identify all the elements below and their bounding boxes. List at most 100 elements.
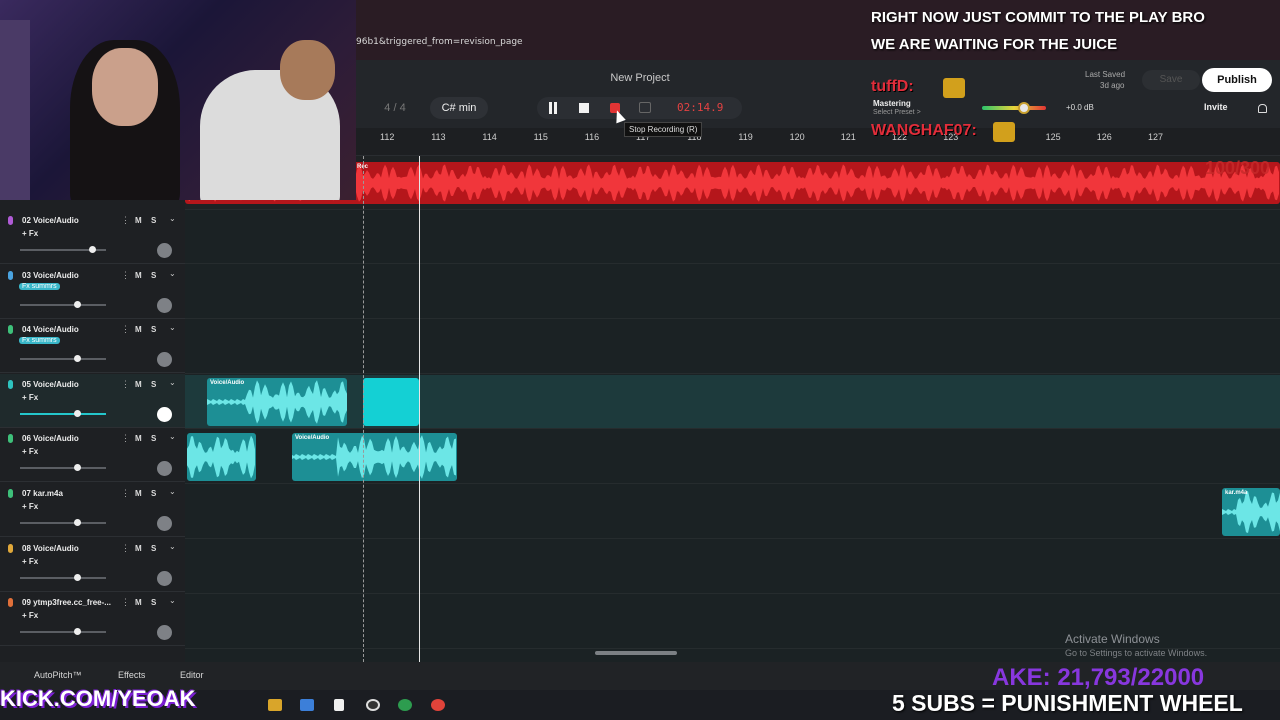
chevron-down-icon[interactable]: ⌄ <box>169 269 176 278</box>
file-explorer-icon[interactable] <box>268 699 282 711</box>
editor-button[interactable]: Editor <box>180 670 204 680</box>
master-volume-slider[interactable] <box>982 106 1046 110</box>
playhead[interactable] <box>419 156 420 662</box>
url-bar[interactable]: 96b1&triggered_from=revision_page <box>350 32 870 52</box>
track-volume-slider[interactable] <box>20 355 106 363</box>
volume-handle[interactable] <box>74 519 82 526</box>
pan-knob[interactable] <box>157 516 172 531</box>
autopitch-button[interactable]: AutoPitch™ <box>34 670 82 680</box>
track-fx-button[interactable]: + Fx <box>22 229 38 238</box>
clip-voice-05[interactable]: Voice/Audio <box>207 378 347 426</box>
pan-knob[interactable] <box>157 570 172 586</box>
track-fx-button[interactable]: Fx summrs <box>19 337 60 345</box>
lane-05-empty[interactable] <box>185 320 1280 374</box>
track-menu-icon[interactable]: ⋮ <box>121 433 130 444</box>
track-menu-icon[interactable]: ⋮ <box>121 215 130 226</box>
track-fx-button[interactable]: + Fx <box>22 447 38 456</box>
track-name[interactable]: 03 Voice/Audio <box>22 271 79 280</box>
loop-icon[interactable] <box>639 102 651 113</box>
track-name[interactable]: 08 Voice/Audio <box>22 544 79 553</box>
store-icon[interactable] <box>300 699 314 711</box>
pause-button[interactable] <box>547 102 559 114</box>
clip-voice-06b[interactable]: Voice/Audio <box>292 433 457 481</box>
volume-handle[interactable] <box>74 464 82 472</box>
mute-button[interactable]: M <box>135 216 142 225</box>
bell-icon[interactable] <box>1258 104 1267 113</box>
pan-knob[interactable] <box>157 243 172 258</box>
track-volume-slider[interactable] <box>20 628 106 636</box>
clip-voice-06a[interactable] <box>187 433 256 481</box>
stop-button[interactable] <box>579 103 589 113</box>
loop-start-marker[interactable] <box>363 156 364 662</box>
track-volume-slider[interactable] <box>20 519 106 526</box>
effects-button[interactable]: Effects <box>118 670 145 680</box>
key-selector[interactable]: C# min <box>430 97 488 119</box>
track-row[interactable]: 04 Voice/Audio ⋮ M S ⌄ Fx summrs <box>0 319 185 374</box>
track-menu-icon[interactable]: ⋮ <box>121 324 130 335</box>
solo-button[interactable]: S <box>151 544 156 553</box>
solo-button[interactable]: S <box>151 489 156 498</box>
solo-button[interactable]: S <box>151 434 156 443</box>
track-name[interactable]: 09 ytmp3free.cc_free-... <box>22 598 111 607</box>
chrome-icon[interactable] <box>398 699 412 711</box>
pan-knob[interactable] <box>157 352 172 368</box>
track-volume-slider[interactable] <box>20 246 106 253</box>
track-row[interactable]: 06 Voice/Audio ⋮ M S ⌄ + Fx <box>0 428 185 483</box>
pan-knob[interactable] <box>157 297 172 313</box>
track-row[interactable]: 02 Voice/Audio ⋮ M S ⌄ + Fx <box>0 210 185 264</box>
chevron-down-icon[interactable]: ⌄ <box>169 323 176 332</box>
track-volume-slider[interactable] <box>20 464 106 472</box>
pan-knob[interactable] <box>157 625 172 641</box>
project-name[interactable]: New Project <box>580 72 700 84</box>
track-row[interactable]: 03 Voice/Audio ⋮ M S ⌄ Fx summrs <box>0 265 185 319</box>
mute-button[interactable]: M <box>135 271 142 280</box>
recording-clip[interactable] <box>363 378 419 426</box>
track-name[interactable]: 07 kar.m4a <box>22 489 63 498</box>
track-fx-button[interactable]: Fx summrs <box>19 282 60 290</box>
chevron-down-icon[interactable]: ⌄ <box>169 214 176 223</box>
track-row[interactable]: 05 Voice/Audio ⋮ M S ⌄ + Fx <box>0 373 185 428</box>
lane-06[interactable]: Voice/Audio <box>185 430 1280 484</box>
mute-button[interactable]: M <box>135 598 142 607</box>
mute-button[interactable]: M <box>135 434 142 443</box>
chevron-down-icon[interactable]: ⌄ <box>169 596 176 605</box>
save-button[interactable]: Save <box>1142 70 1200 90</box>
track-row[interactable]: 09 ytmp3free.cc_free-... ⋮ M S ⌄ + Fx <box>0 592 185 647</box>
track-fx-button[interactable]: + Fx <box>22 557 38 566</box>
volume-handle[interactable] <box>74 409 82 417</box>
clip-kar[interactable]: kar.m4a <box>1222 488 1280 536</box>
mute-button[interactable]: M <box>135 489 142 498</box>
track-fx-button[interactable]: + Fx <box>22 611 38 620</box>
lane-05[interactable]: Voice/Audio <box>185 375 1280 429</box>
lane-03[interactable] <box>185 210 1280 264</box>
mute-button[interactable]: M <box>135 325 142 334</box>
track-fx-button[interactable]: + Fx <box>22 393 38 402</box>
track-fx-button[interactable]: + Fx <box>22 502 38 511</box>
lane-04[interactable] <box>185 265 1280 319</box>
track-menu-icon[interactable]: ⋮ <box>121 270 130 281</box>
obs-icon[interactable] <box>366 699 380 711</box>
volume-handle[interactable] <box>74 628 82 636</box>
pan-knob[interactable] <box>157 406 172 422</box>
track-row[interactable]: 07 kar.m4a ⋮ M S ⌄ + Fx <box>0 483 185 537</box>
track-menu-icon[interactable]: ⋮ <box>121 379 130 390</box>
mute-button[interactable]: M <box>135 544 142 553</box>
track-volume-slider[interactable] <box>20 409 106 417</box>
track-name[interactable]: 04 Voice/Audio <box>22 325 79 334</box>
volume-handle[interactable] <box>74 573 82 581</box>
chevron-down-icon[interactable]: ⌄ <box>169 378 176 387</box>
notepad-icon[interactable] <box>334 699 344 711</box>
mute-button[interactable]: M <box>135 380 142 389</box>
volume-handle[interactable] <box>88 246 96 253</box>
solo-button[interactable]: S <box>151 271 156 280</box>
track-name[interactable]: 02 Voice/Audio <box>22 216 79 225</box>
select-preset[interactable]: Select Preset > <box>873 109 921 116</box>
track-menu-icon[interactable]: ⋮ <box>121 597 130 608</box>
arrangement-view[interactable]: Rec Voice/Audio Voice/Audio kar.m4a Acti… <box>185 156 1280 662</box>
solo-button[interactable]: S <box>151 216 156 225</box>
solo-button[interactable]: S <box>151 598 156 607</box>
track-menu-icon[interactable]: ⋮ <box>121 488 130 499</box>
track-row[interactable]: 08 Voice/Audio ⋮ M S ⌄ + Fx <box>0 538 185 592</box>
volume-handle[interactable] <box>74 300 82 308</box>
pan-knob[interactable] <box>157 461 172 477</box>
